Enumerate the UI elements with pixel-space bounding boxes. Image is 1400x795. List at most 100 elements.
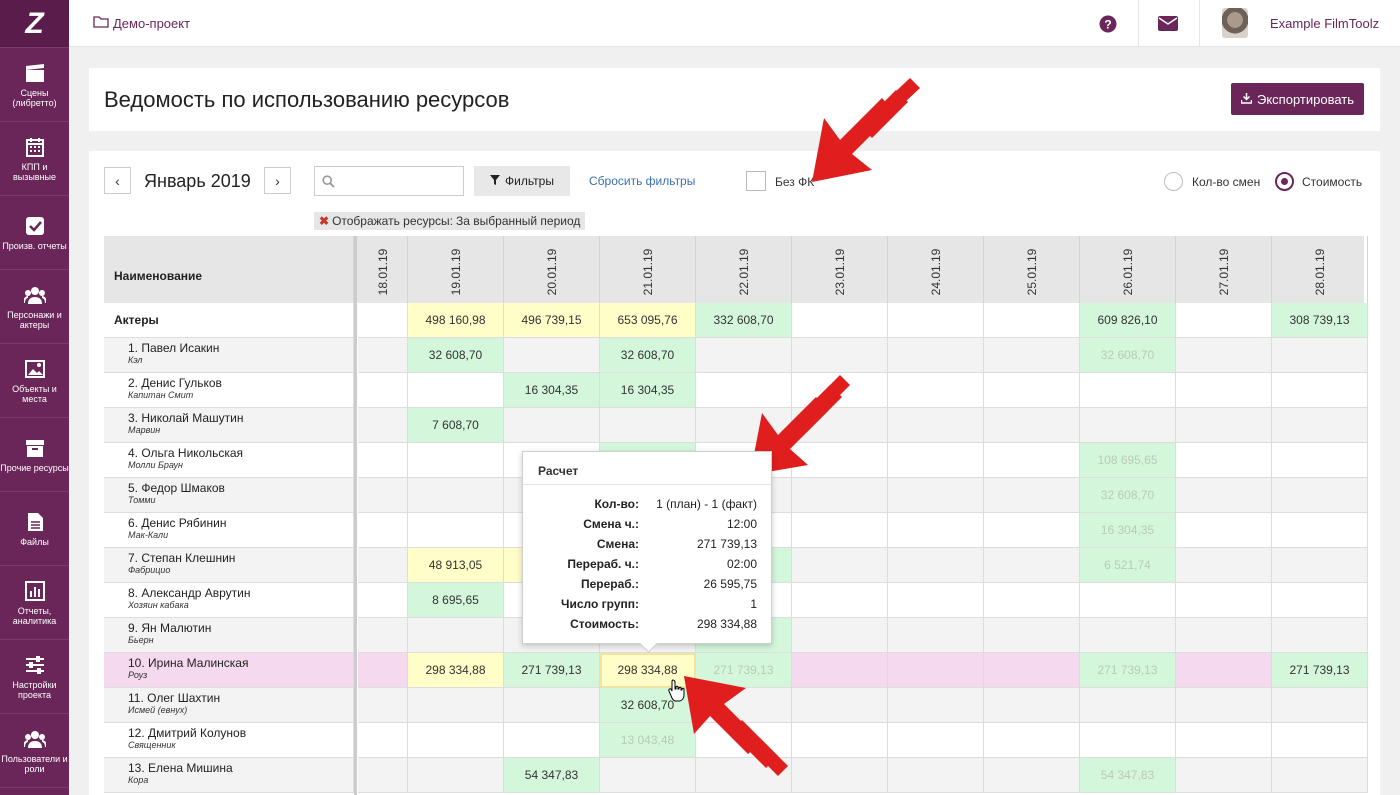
cost-cell[interactable]: 6 521,74: [1080, 548, 1176, 583]
cost-cell[interactable]: [358, 443, 408, 478]
sidebar-item-6[interactable]: Файлы: [0, 492, 69, 566]
cost-cell[interactable]: [1176, 618, 1272, 653]
cost-cell[interactable]: [1080, 618, 1176, 653]
cost-cell[interactable]: [1272, 548, 1368, 583]
cost-cell[interactable]: [358, 408, 408, 443]
cost-cell[interactable]: 48 913,05: [408, 548, 504, 583]
cost-cell[interactable]: [888, 688, 984, 723]
cost-cell[interactable]: [792, 618, 888, 653]
cost-cell[interactable]: 16 304,35: [504, 373, 600, 408]
cost-cell[interactable]: 8 695,65: [408, 583, 504, 618]
date-column-header[interactable]: 24.01.19: [888, 236, 984, 303]
cost-cell[interactable]: [408, 758, 504, 793]
cost-cell[interactable]: [1176, 338, 1272, 373]
cost-cell[interactable]: [358, 373, 408, 408]
cost-cell[interactable]: [888, 618, 984, 653]
resource-name-cell[interactable]: 6. Денис Рябинин Мак-Кали: [104, 513, 354, 548]
cost-cell[interactable]: [1272, 373, 1368, 408]
cost-cell[interactable]: [408, 373, 504, 408]
sidebar-item-7[interactable]: Отчеты, аналитика: [0, 566, 69, 640]
cost-cell[interactable]: 271 739,13: [1272, 653, 1368, 688]
search-input[interactable]: [314, 166, 464, 196]
resource-name-cell[interactable]: 7. Степан Клешнин Фабрицио: [104, 548, 354, 583]
cost-cell[interactable]: 32 608,70: [1080, 338, 1176, 373]
cost-cell[interactable]: [792, 303, 888, 338]
cost-cell[interactable]: [1272, 443, 1368, 478]
cost-cell[interactable]: 271 739,13: [504, 653, 600, 688]
cost-cell[interactable]: [1176, 443, 1272, 478]
cost-cell[interactable]: 54 347,83: [504, 758, 600, 793]
cost-cell[interactable]: 609 826,10: [1080, 303, 1176, 338]
cost-cell[interactable]: [888, 653, 984, 688]
cost-cell[interactable]: [984, 513, 1080, 548]
sidebar-item-0[interactable]: Сцены (либретто): [0, 48, 69, 122]
date-column-header[interactable]: 28.01.19: [1272, 236, 1368, 303]
next-month-button[interactable]: ›: [264, 167, 291, 194]
sidebar-item-9[interactable]: Пользователи и роли: [0, 714, 69, 788]
cost-cell[interactable]: [984, 408, 1080, 443]
cost-cell[interactable]: [888, 478, 984, 513]
cost-cell[interactable]: 32 608,70: [1080, 478, 1176, 513]
reset-filters-link[interactable]: Сбросить фильтры: [589, 174, 695, 188]
cost-cell[interactable]: [408, 618, 504, 653]
cost-cell[interactable]: [358, 478, 408, 513]
date-column-header[interactable]: 26.01.19: [1080, 236, 1176, 303]
cost-cell[interactable]: [1176, 688, 1272, 723]
cost-cell[interactable]: [1272, 408, 1368, 443]
cost-cell[interactable]: [888, 723, 984, 758]
cost-cell[interactable]: 498 160,98: [408, 303, 504, 338]
resource-name-cell[interactable]: 4. Ольга Никольская Молли Браун: [104, 443, 354, 478]
cost-cell[interactable]: [358, 758, 408, 793]
resource-name-cell[interactable]: 1. Павел Исакин Кэл: [104, 338, 354, 373]
prev-month-button[interactable]: ‹: [104, 167, 131, 194]
cost-cell[interactable]: [358, 583, 408, 618]
filters-button[interactable]: Фильтры: [474, 166, 570, 196]
sidebar-item-4[interactable]: Объекты и места: [0, 344, 69, 418]
resource-name-cell[interactable]: 2. Денис Гульков Капитан Смит: [104, 373, 354, 408]
breadcrumb-project[interactable]: Демо-проект: [113, 16, 190, 31]
cost-cell[interactable]: [1272, 513, 1368, 548]
cost-cell[interactable]: [888, 583, 984, 618]
cost-cell[interactable]: [408, 443, 504, 478]
cost-cell[interactable]: [984, 443, 1080, 478]
cost-cell[interactable]: [1272, 478, 1368, 513]
cost-cell[interactable]: [1272, 338, 1368, 373]
help-icon[interactable]: ?: [1090, 0, 1126, 47]
cost-cell[interactable]: [792, 548, 888, 583]
cost-cell[interactable]: [1176, 583, 1272, 618]
resource-name-cell[interactable]: 13. Елена Мишина Кора: [104, 758, 354, 793]
cost-cell[interactable]: [1176, 653, 1272, 688]
cost-cell[interactable]: [984, 373, 1080, 408]
cost-cell[interactable]: [888, 408, 984, 443]
cost-cell[interactable]: [600, 758, 696, 793]
cost-cell[interactable]: 7 608,70: [408, 408, 504, 443]
cost-cell[interactable]: [1080, 688, 1176, 723]
cost-cell[interactable]: [408, 478, 504, 513]
mail-icon[interactable]: [1150, 0, 1186, 47]
cost-cell[interactable]: 108 695,65: [1080, 443, 1176, 478]
cost-cell[interactable]: [358, 688, 408, 723]
cost-cell[interactable]: 13 043,48: [600, 723, 696, 758]
cost-cell[interactable]: [792, 338, 888, 373]
cost-cell[interactable]: [358, 513, 408, 548]
cost-cell[interactable]: 16 304,35: [600, 373, 696, 408]
cost-cell[interactable]: 308 739,13: [1272, 303, 1368, 338]
breadcrumb[interactable]: Демо-проект: [93, 15, 190, 31]
cost-cell[interactable]: [600, 408, 696, 443]
cost-cell[interactable]: [888, 758, 984, 793]
cost-cell[interactable]: [1176, 478, 1272, 513]
cost-cell[interactable]: [504, 338, 600, 373]
cost-cell[interactable]: [984, 723, 1080, 758]
cost-cell[interactable]: [984, 548, 1080, 583]
cost-cell[interactable]: [696, 338, 792, 373]
cost-cell[interactable]: [1080, 723, 1176, 758]
cost-cell[interactable]: [792, 723, 888, 758]
cost-cell[interactable]: [358, 303, 408, 338]
cost-cell[interactable]: [1080, 408, 1176, 443]
cost-cell[interactable]: [1176, 513, 1272, 548]
sidebar-item-1[interactable]: КПП и вызывные: [0, 122, 69, 196]
cost-cell[interactable]: [792, 478, 888, 513]
cost-cell[interactable]: [1176, 373, 1272, 408]
cost-cell[interactable]: [1080, 373, 1176, 408]
sidebar-item-2[interactable]: Произв. отчеты: [0, 196, 69, 270]
